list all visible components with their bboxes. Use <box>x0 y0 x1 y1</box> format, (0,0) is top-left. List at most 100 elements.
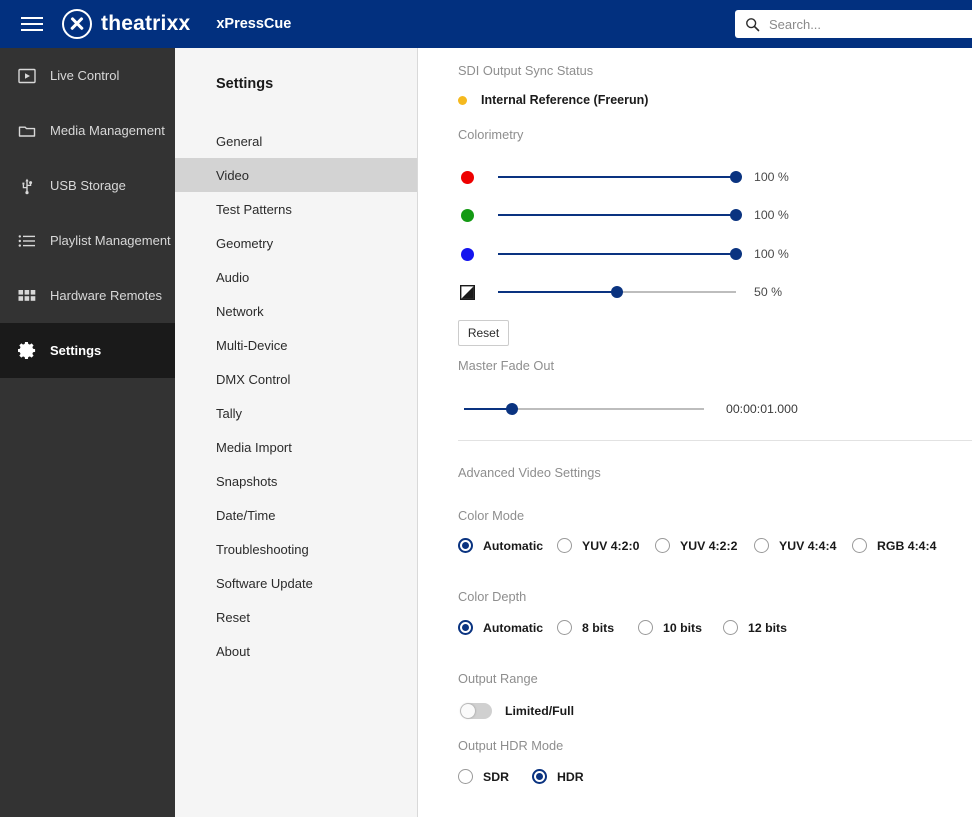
sidebar-item-usb-storage[interactable]: USB Storage <box>0 158 175 213</box>
color-depth-option-automatic[interactable]: Automatic <box>458 620 557 635</box>
slider-value-green: 100 % <box>754 208 789 222</box>
sidebar-item-media-management[interactable]: Media Management <box>0 103 175 158</box>
color-depth-radio-group: Automatic 8 bits 10 bits 12 bits <box>458 620 787 635</box>
slider-track[interactable] <box>498 283 736 301</box>
hdr-mode-option-hdr[interactable]: HDR <box>532 769 584 784</box>
colorimetry-slider-blue[interactable]: 100 % <box>458 241 818 267</box>
submenu-item-label: About <box>216 643 250 659</box>
color-mode-option-yuv-444[interactable]: YUV 4:4:4 <box>754 538 852 553</box>
submenu-item-date-time[interactable]: Date/Time <box>175 498 417 532</box>
master-fade-out-value: 00:00:01.000 <box>726 402 798 416</box>
red-dot-icon <box>458 170 476 184</box>
slider-value-blue: 100 % <box>754 247 789 261</box>
submenu-item-audio[interactable]: Audio <box>175 260 417 294</box>
color-depth-option-12-bits[interactable]: 12 bits <box>723 620 787 635</box>
live-control-icon <box>17 66 37 86</box>
color-mode-option-automatic[interactable]: Automatic <box>458 538 557 553</box>
radio-label: Automatic <box>483 620 544 635</box>
slider-handle[interactable] <box>611 286 623 298</box>
slider-track[interactable] <box>498 206 742 224</box>
section-divider <box>458 440 972 441</box>
radio-button[interactable] <box>754 538 769 553</box>
output-range-toggle-row[interactable]: Limited/Full <box>460 703 574 719</box>
hdr-mode-option-sdr[interactable]: SDR <box>458 769 532 784</box>
submenu-item-label: Software Update <box>216 575 313 591</box>
colorimetry-label: Colorimetry <box>458 127 524 142</box>
output-hdr-mode-radio-group: SDR HDR <box>458 769 584 784</box>
output-range-label: Output Range <box>458 671 538 686</box>
radio-button[interactable] <box>532 769 547 784</box>
radio-label: 8 bits <box>582 620 615 635</box>
color-mode-option-yuv-422[interactable]: YUV 4:2:2 <box>655 538 754 553</box>
radio-label: YUV 4:4:4 <box>779 538 837 553</box>
slider-track[interactable] <box>464 400 704 418</box>
gear-icon <box>17 341 37 361</box>
sidebar-item-live-control[interactable]: Live Control <box>0 48 175 103</box>
colorimetry-reset-button[interactable]: Reset <box>458 320 509 346</box>
submenu-item-label: Network <box>216 303 264 319</box>
hamburger-menu-icon[interactable] <box>12 0 52 48</box>
search-box[interactable] <box>735 10 972 38</box>
slider-handle[interactable] <box>730 209 742 221</box>
radio-button[interactable] <box>638 620 653 635</box>
toggle-label: Limited/Full <box>505 704 574 718</box>
radio-label: Automatic <box>483 538 544 553</box>
radio-button[interactable] <box>655 538 670 553</box>
colorimetry-slider-red[interactable]: 100 % <box>458 164 818 190</box>
sidebar-item-hardware-remotes[interactable]: Hardware Remotes <box>0 268 175 323</box>
color-mode-option-rgb-444[interactable]: RGB 4:4:4 <box>852 538 936 553</box>
radio-button[interactable] <box>723 620 738 635</box>
master-fade-out-slider[interactable]: 00:00:01.000 <box>464 396 884 422</box>
submenu-item-label: General <box>216 133 263 149</box>
submenu-item-about[interactable]: About <box>175 634 417 668</box>
submenu-item-label: Date/Time <box>216 507 276 523</box>
colorimetry-slider-green[interactable]: 100 % <box>458 202 818 228</box>
colorimetry-slider-contrast[interactable]: 50 % <box>458 279 818 305</box>
submenu-item-media-import[interactable]: Media Import <box>175 430 417 464</box>
submenu-item-snapshots[interactable]: Snapshots <box>175 464 417 498</box>
radio-label: YUV 4:2:2 <box>680 538 738 553</box>
submenu-item-label: Troubleshooting <box>216 541 309 557</box>
main-sidebar: Live Control Media Management USB Storag… <box>0 48 175 817</box>
hamburger-line <box>21 17 43 19</box>
submenu-item-test-patterns[interactable]: Test Patterns <box>175 192 417 226</box>
radio-button[interactable] <box>458 538 473 553</box>
submenu-item-geometry[interactable]: Geometry <box>175 226 417 260</box>
submenu-item-software-update[interactable]: Software Update <box>175 566 417 600</box>
toggle-knob <box>461 704 475 718</box>
radio-button[interactable] <box>557 538 572 553</box>
submenu-item-troubleshooting[interactable]: Troubleshooting <box>175 532 417 566</box>
submenu-item-tally[interactable]: Tally <box>175 396 417 430</box>
submenu-item-reset[interactable]: Reset <box>175 600 417 634</box>
radio-label: YUV 4:2:0 <box>582 538 640 553</box>
color-mode-option-yuv-420[interactable]: YUV 4:2:0 <box>557 538 655 553</box>
color-depth-option-10-bits[interactable]: 10 bits <box>638 620 723 635</box>
submenu-item-dmx-control[interactable]: DMX Control <box>175 362 417 396</box>
slider-value-red: 100 % <box>754 170 789 184</box>
radio-button[interactable] <box>458 620 473 635</box>
brand-logo[interactable]: theatrixx <box>62 9 190 39</box>
sidebar-item-playlist-management[interactable]: Playlist Management <box>0 213 175 268</box>
slider-track-fill <box>498 291 617 293</box>
radio-button[interactable] <box>557 620 572 635</box>
top-header-bar: theatrixx xPressCue <box>0 0 972 48</box>
radio-button[interactable] <box>458 769 473 784</box>
search-input[interactable] <box>769 11 972 37</box>
hamburger-line <box>21 29 43 31</box>
color-mode-label: Color Mode <box>458 508 525 523</box>
slider-handle[interactable] <box>506 403 518 415</box>
slider-value-contrast: 50 % <box>754 285 783 299</box>
slider-handle[interactable] <box>730 171 742 183</box>
usb-icon <box>17 176 37 196</box>
submenu-item-general[interactable]: General <box>175 124 417 158</box>
color-depth-option-8-bits[interactable]: 8 bits <box>557 620 638 635</box>
submenu-item-multi-device[interactable]: Multi-Device <box>175 328 417 362</box>
submenu-item-network[interactable]: Network <box>175 294 417 328</box>
limited-full-toggle[interactable] <box>460 703 492 719</box>
radio-button[interactable] <box>852 538 867 553</box>
slider-track[interactable] <box>498 245 742 263</box>
sidebar-item-settings[interactable]: Settings <box>0 323 175 378</box>
slider-track[interactable] <box>498 168 742 186</box>
submenu-item-video[interactable]: Video <box>175 158 417 192</box>
slider-handle[interactable] <box>730 248 742 260</box>
